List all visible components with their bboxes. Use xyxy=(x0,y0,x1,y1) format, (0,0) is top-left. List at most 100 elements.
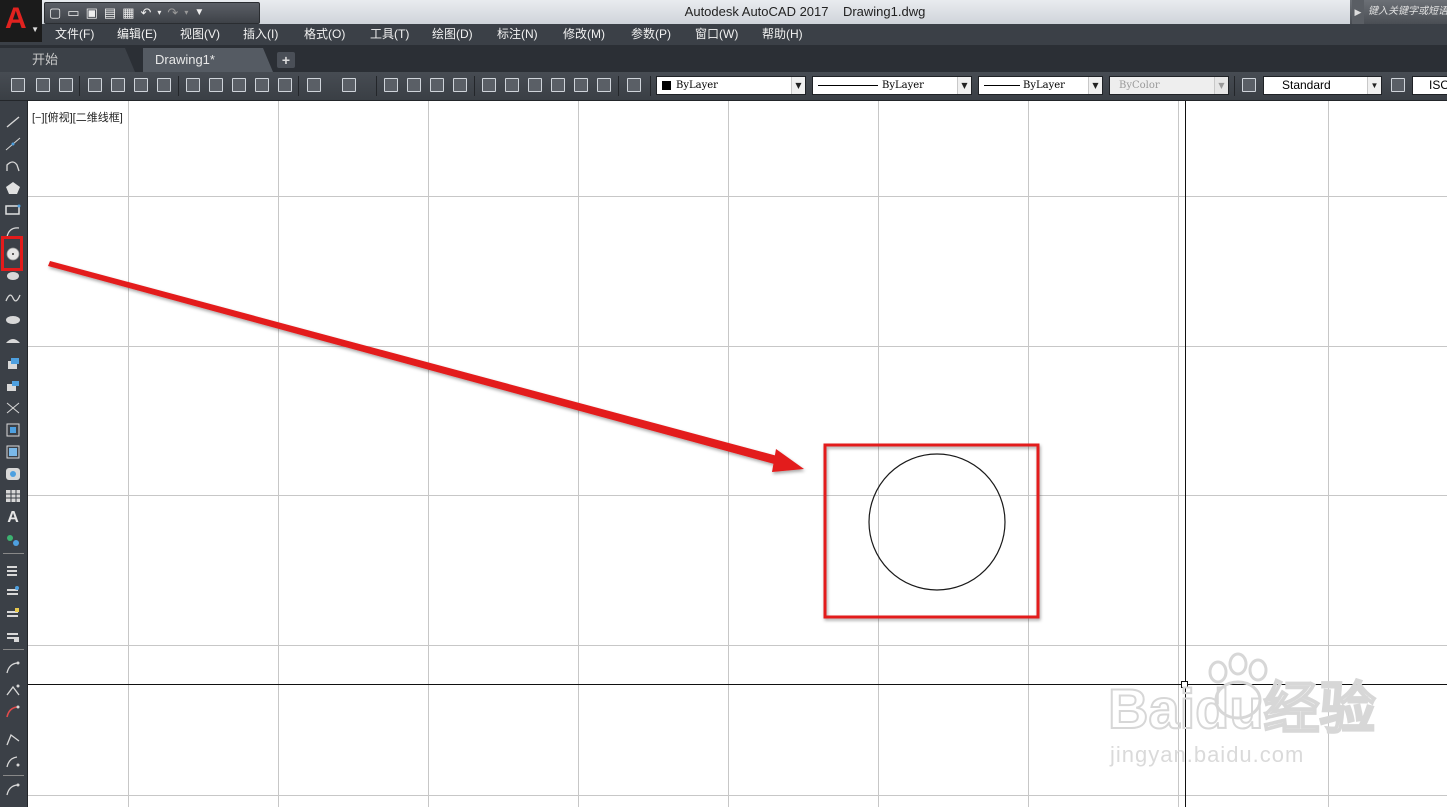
menu-draw[interactable]: 绘图(D) xyxy=(432,24,473,45)
color-value: ByLayer xyxy=(676,80,718,91)
block-editor-icon[interactable] xyxy=(278,78,292,92)
zoom-window-icon[interactable] xyxy=(430,78,444,92)
save-icon[interactable] xyxy=(59,78,73,92)
application-menu-button[interactable]: A ▼ xyxy=(0,0,42,42)
aligned-dimension-icon[interactable] xyxy=(5,755,21,769)
polyline-icon[interactable] xyxy=(5,159,21,173)
region-icon[interactable] xyxy=(5,467,21,481)
match-properties-icon[interactable] xyxy=(255,78,269,92)
lineweight-control[interactable]: ByLayer ▼ xyxy=(978,76,1103,95)
design-center-icon[interactable] xyxy=(505,78,519,92)
menu-tools[interactable]: 工具(T) xyxy=(370,24,409,45)
blend-curves-icon[interactable] xyxy=(5,783,21,797)
layer-properties-icon[interactable] xyxy=(5,563,21,577)
zoom-realtime-icon[interactable] xyxy=(407,78,421,92)
menu-help[interactable]: 帮助(H) xyxy=(762,24,803,45)
quick-access-toolbar: ▢ ▭ ▣ ▤ ▦ ↶ ▾ ↷ ▾ ▼ xyxy=(44,2,260,24)
search-input[interactable]: 键入关键字或短语 xyxy=(1368,0,1447,24)
linetype-control[interactable]: ByLayer ▼ xyxy=(812,76,972,95)
chevron-right-icon[interactable]: ▶ xyxy=(1352,0,1364,24)
plotstyle-control: ByColor ▼ xyxy=(1109,76,1229,95)
3d-print-icon[interactable] xyxy=(157,78,171,92)
tab-start[interactable]: 开始 xyxy=(0,48,135,72)
text-style-icon[interactable] xyxy=(1242,78,1256,92)
table-icon[interactable] xyxy=(5,489,21,503)
menu-view[interactable]: 视图(V) xyxy=(180,24,220,45)
menu-window[interactable]: 窗口(W) xyxy=(695,24,738,45)
help-icon[interactable] xyxy=(627,78,641,92)
undo-icon[interactable] xyxy=(307,78,321,92)
gradient-icon[interactable] xyxy=(5,445,21,459)
parametric-constraint-icon[interactable] xyxy=(5,661,21,675)
publish-icon[interactable] xyxy=(134,78,148,92)
layer-off-icon[interactable] xyxy=(5,607,21,621)
layer-lock-icon[interactable] xyxy=(5,629,21,643)
tab-drawing1[interactable]: Drawing1* xyxy=(143,48,273,72)
qnew-icon[interactable] xyxy=(11,78,25,92)
pan-icon[interactable] xyxy=(384,78,398,92)
point-icon[interactable] xyxy=(5,401,21,415)
line-icon[interactable] xyxy=(5,115,21,129)
undo-dropdown-icon[interactable]: ▾ xyxy=(157,4,161,22)
menu-insert[interactable]: 插入(I) xyxy=(243,24,278,45)
polygon-icon[interactable] xyxy=(5,181,21,195)
open-file-icon[interactable]: ▭ xyxy=(67,4,79,22)
customize-qat-icon[interactable]: ▼ xyxy=(194,4,204,22)
open-icon[interactable] xyxy=(36,78,50,92)
dimension-icon[interactable] xyxy=(5,733,21,747)
lineweight-value: ByLayer xyxy=(1023,80,1065,91)
viewport-controls[interactable]: [−][俯视][二维线框] xyxy=(32,109,123,125)
insert-block-icon[interactable] xyxy=(5,357,21,371)
revision-cloud-icon[interactable] xyxy=(5,269,21,283)
cut-icon[interactable] xyxy=(186,78,200,92)
rectangle-icon[interactable] xyxy=(5,203,21,217)
redo-icon[interactable]: ↷ xyxy=(167,4,178,22)
chevron-down-icon[interactable]: ▼ xyxy=(1088,77,1102,94)
sheet-set-icon[interactable] xyxy=(551,78,565,92)
redo-dropdown-icon[interactable]: ▾ xyxy=(184,4,188,22)
zoom-previous-icon[interactable] xyxy=(453,78,467,92)
save-as-icon[interactable]: ▤ xyxy=(104,4,116,22)
dim-style-control[interactable]: ISO xyxy=(1412,76,1447,95)
undo-icon[interactable]: ↶ xyxy=(140,4,151,22)
properties-icon[interactable] xyxy=(482,78,496,92)
layer-freeze-icon[interactable] xyxy=(5,585,21,599)
plot-icon[interactable] xyxy=(88,78,102,92)
tool-palettes-icon[interactable] xyxy=(528,78,542,92)
plot-preview-icon[interactable] xyxy=(111,78,125,92)
dim-style-icon[interactable] xyxy=(1391,78,1405,92)
fillet-icon[interactable] xyxy=(5,705,21,719)
tangent-constraint-icon[interactable] xyxy=(5,683,21,697)
menu-modify[interactable]: 修改(M) xyxy=(563,24,605,45)
menu-edit[interactable]: 编辑(E) xyxy=(117,24,157,45)
new-file-icon[interactable]: ▢ xyxy=(49,4,61,22)
quickcalc-icon[interactable] xyxy=(597,78,611,92)
plot-icon[interactable]: ▦ xyxy=(122,4,134,22)
multiline-text-icon[interactable]: A xyxy=(5,509,21,526)
text-style-control[interactable]: Standard ▼ xyxy=(1263,76,1382,95)
chevron-down-icon[interactable]: ▼ xyxy=(791,77,805,94)
add-selected-icon[interactable] xyxy=(5,533,21,547)
menu-parametric[interactable]: 参数(P) xyxy=(631,24,671,45)
text-style-value: Standard xyxy=(1282,78,1331,92)
menu-file[interactable]: 文件(F) xyxy=(55,24,94,45)
color-control[interactable]: ByLayer ▼ xyxy=(656,76,806,95)
construction-line-icon[interactable] xyxy=(5,137,21,151)
menu-format[interactable]: 格式(O) xyxy=(304,24,345,45)
redo-icon[interactable] xyxy=(342,78,356,92)
spline-icon[interactable] xyxy=(5,291,21,305)
new-tab-button[interactable]: + xyxy=(277,52,295,68)
save-icon[interactable]: ▣ xyxy=(86,4,98,22)
make-block-icon[interactable] xyxy=(5,379,21,393)
menu-dimension[interactable]: 标注(N) xyxy=(497,24,538,45)
ellipse-arc-icon[interactable] xyxy=(5,335,21,349)
paste-icon[interactable] xyxy=(232,78,246,92)
hatch-icon[interactable] xyxy=(5,423,21,437)
copy-icon[interactable] xyxy=(209,78,223,92)
chevron-down-icon[interactable]: ▼ xyxy=(1367,77,1381,94)
ellipse-icon[interactable] xyxy=(5,313,21,327)
search-box[interactable]: ▶ 键入关键字或短语 xyxy=(1350,0,1447,24)
markup-icon[interactable] xyxy=(574,78,588,92)
chevron-down-icon[interactable]: ▼ xyxy=(957,77,971,94)
lineweight-preview xyxy=(984,85,1020,86)
